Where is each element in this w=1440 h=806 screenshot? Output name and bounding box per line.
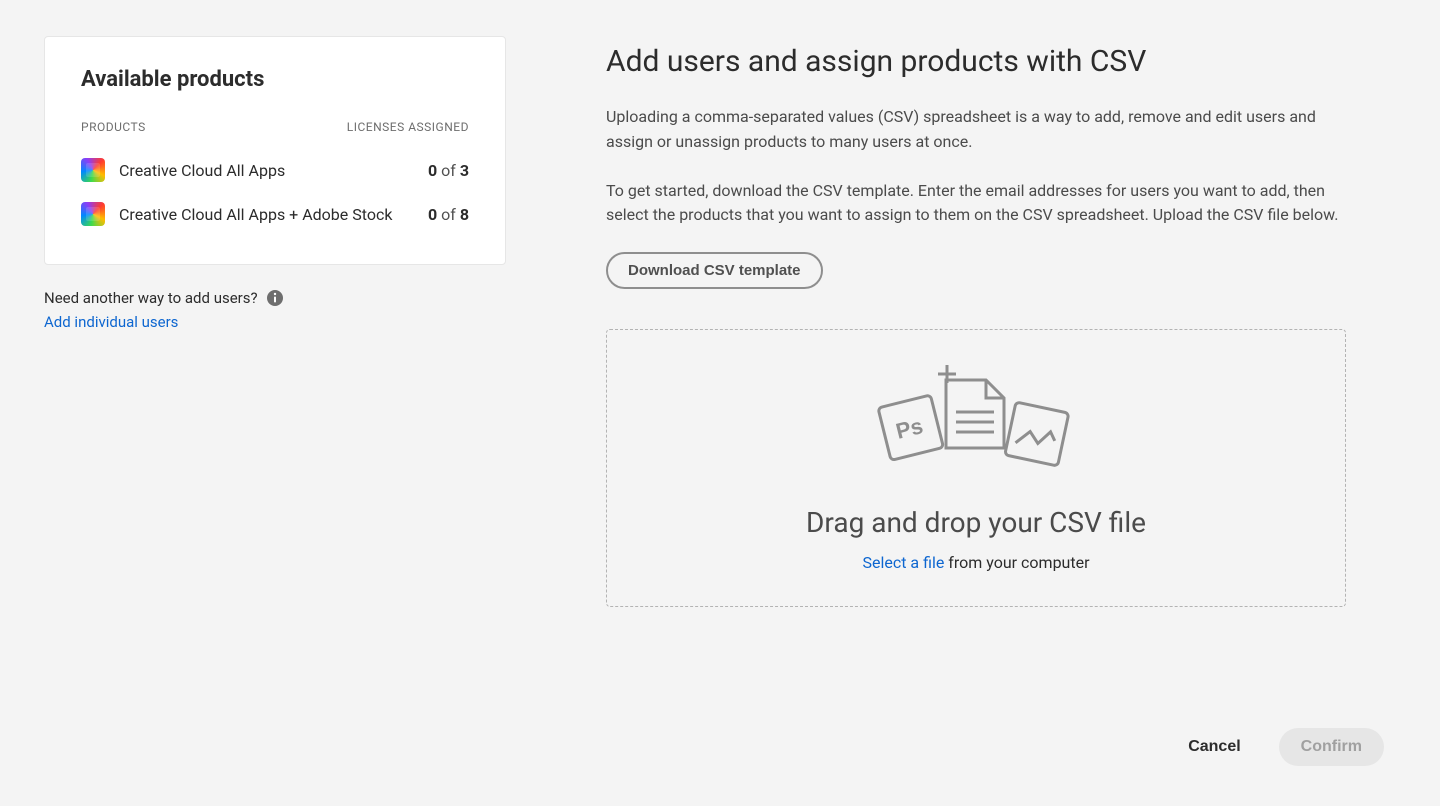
- dropzone-illustration: Ps: [627, 360, 1325, 480]
- product-license-count: 0 of 8: [428, 205, 469, 224]
- license-used: 0: [428, 205, 437, 224]
- license-total: 3: [460, 161, 469, 180]
- footer-actions: Cancel Confirm: [1188, 728, 1384, 766]
- license-of: of: [441, 161, 456, 180]
- intro-paragraph-2: To get started, download the CSV templat…: [606, 179, 1346, 229]
- card-title: Available products: [81, 67, 469, 92]
- creative-cloud-icon: [81, 202, 105, 226]
- help-text: Need another way to add users?: [44, 289, 258, 307]
- creative-cloud-icon: [81, 158, 105, 182]
- cancel-button[interactable]: Cancel: [1188, 738, 1240, 756]
- confirm-button[interactable]: Confirm: [1279, 728, 1384, 766]
- product-name: Creative Cloud All Apps: [119, 161, 428, 180]
- select-file-link[interactable]: Select a file: [862, 553, 944, 572]
- product-license-count: 0 of 3: [428, 161, 469, 180]
- dropzone-subtext: Select a file from your computer: [627, 553, 1325, 572]
- from-computer-text: from your computer: [944, 553, 1089, 572]
- col-licenses-label: LICENSES ASSIGNED: [347, 120, 469, 134]
- available-products-card: Available products PRODUCTS LICENSES ASS…: [44, 36, 506, 265]
- page-title: Add users and assign products with CSV: [606, 44, 1346, 79]
- license-used: 0: [428, 161, 437, 180]
- product-row: Creative Cloud All Apps 0 of 3: [81, 148, 469, 192]
- csv-dropzone[interactable]: Ps: [606, 329, 1346, 607]
- license-of: of: [441, 205, 456, 224]
- product-row: Creative Cloud All Apps + Adobe Stock 0 …: [81, 192, 469, 236]
- svg-text:Ps: Ps: [893, 413, 925, 444]
- product-name: Creative Cloud All Apps + Adobe Stock: [119, 205, 428, 224]
- dropzone-title: Drag and drop your CSV file: [627, 506, 1325, 539]
- help-row: Need another way to add users?: [44, 289, 506, 307]
- license-total: 8: [460, 205, 469, 224]
- download-csv-template-button[interactable]: Download CSV template: [606, 252, 823, 289]
- product-list-header: PRODUCTS LICENSES ASSIGNED: [81, 120, 469, 134]
- intro-paragraph-1: Uploading a comma-separated values (CSV)…: [606, 105, 1346, 155]
- add-individual-users-link[interactable]: Add individual users: [44, 313, 178, 331]
- info-icon[interactable]: [266, 289, 284, 307]
- col-products-label: PRODUCTS: [81, 120, 146, 134]
